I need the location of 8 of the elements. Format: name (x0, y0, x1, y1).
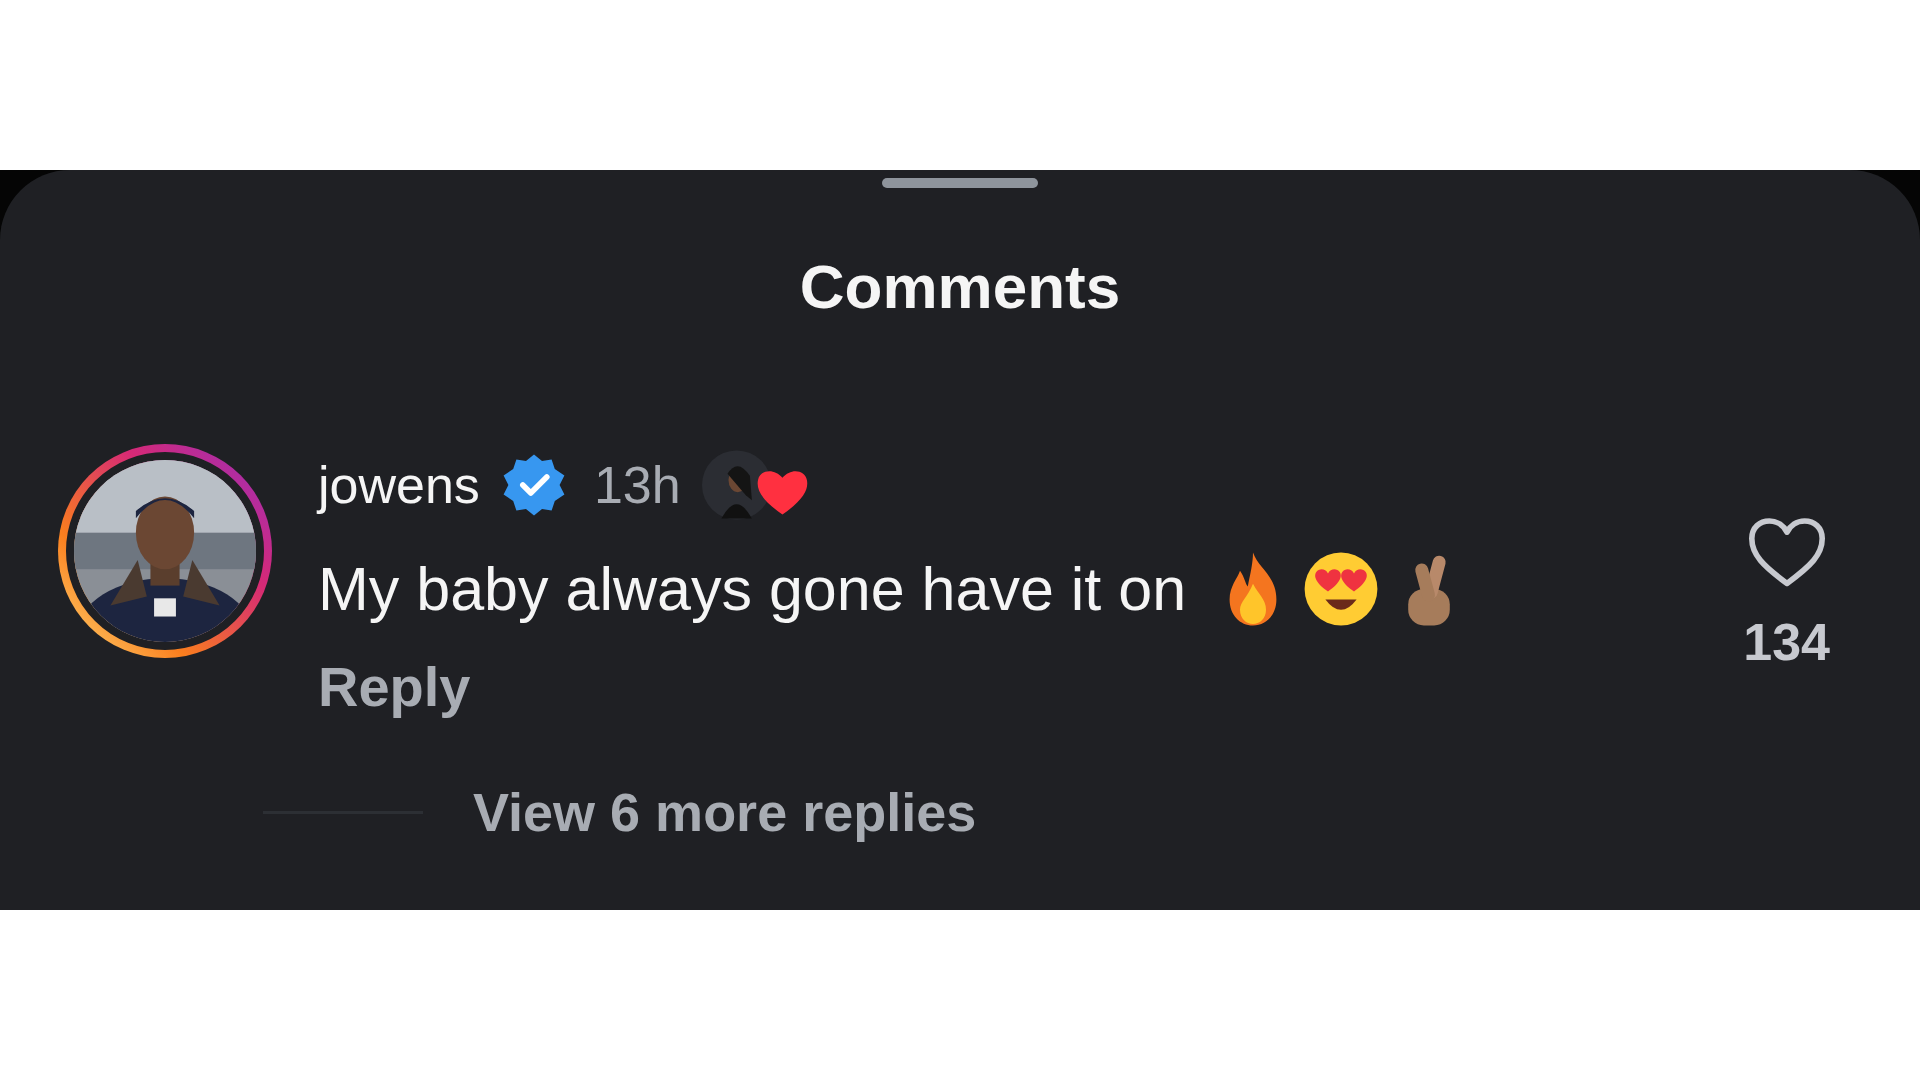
username[interactable]: jowens (318, 455, 480, 515)
sheet-title: Comments (799, 251, 1121, 323)
like-count: 134 (1743, 612, 1830, 672)
drag-handle[interactable] (882, 178, 1038, 188)
comment-time: 13h (593, 455, 681, 515)
comment-text: My baby always gone have it on (318, 554, 1187, 624)
view-replies-link[interactable]: View 6 more replies (473, 777, 977, 847)
reply-button[interactable]: Reply (318, 652, 471, 722)
